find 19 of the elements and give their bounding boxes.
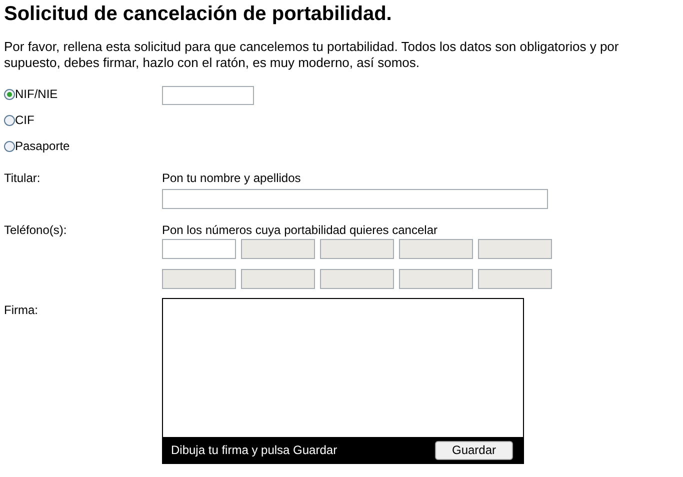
radio-button[interactable] — [4, 88, 15, 100]
radio-label: CIF — [15, 112, 34, 129]
id-number-field[interactable] — [162, 86, 254, 105]
save-button[interactable]: Guardar — [435, 440, 513, 460]
field-hint: Pon los números cuya portabilidad quieres cancelar — [162, 222, 438, 236]
field-label: Titular: — [4, 170, 42, 184]
signature-instruction: Dibuja tu firma y pulsa Guardar — [171, 442, 338, 459]
radio-button[interactable] — [4, 140, 15, 152]
field-label: Firma: — [4, 302, 39, 316]
radio-label: Pasaporte — [15, 138, 70, 155]
signature-pad[interactable]: Dibuja tu firma y pulsa Guardar Guardar — [162, 298, 524, 464]
field-label: Teléfono(s): — [4, 222, 68, 236]
name-field[interactable] — [162, 189, 548, 209]
radio-label: NIF/NIE — [15, 86, 58, 103]
intro-paragraph: Por favor, rellena esta solicitud para que cancelemos tu portabilidad. Todos los datos son obligatorios y por supuesto, debes firmar, hazlo con el ratón, es muy moderno, así somos. — [4, 39, 620, 71]
page-title: Solicitud de cancelación de portabilidad. — [4, 2, 393, 26]
radio-button[interactable] — [4, 114, 15, 126]
phone-field[interactable] — [162, 239, 236, 259]
field-hint: Pon tu nombre y apellidos — [162, 170, 301, 184]
